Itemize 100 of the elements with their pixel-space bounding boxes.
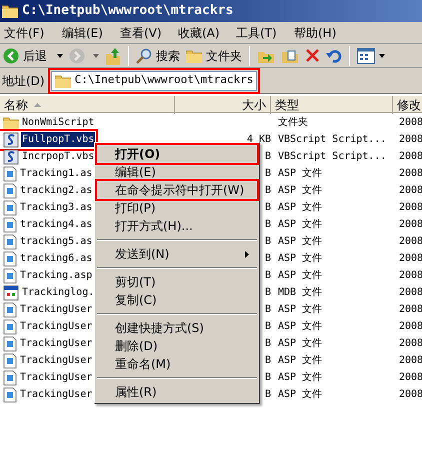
type-cell: 文件夹 <box>278 117 308 128</box>
type-cell: MDB 文件 <box>278 287 322 298</box>
context-menu-item[interactable]: 打开方式(H)... <box>97 217 257 235</box>
type-cell: ASP 文件 <box>278 236 322 247</box>
folder-icon <box>3 116 19 130</box>
file-name-cell[interactable]: TrackingUser <box>0 352 94 368</box>
size-cell: B <box>264 355 271 366</box>
size-cell: B <box>264 202 271 213</box>
caret-icon <box>57 54 63 58</box>
context-menu-item[interactable]: 打开(O) <box>97 145 257 163</box>
column-header[interactable]: 类型 <box>271 96 393 114</box>
type-cell: ASP 文件 <box>278 338 322 349</box>
size-cell: B <box>264 253 271 264</box>
file-name-cell[interactable]: TrackingUser <box>0 318 94 334</box>
document-icon <box>3 386 17 402</box>
size-cell: B <box>264 372 271 383</box>
type-cell: VBScript Script... <box>278 151 386 162</box>
document-icon <box>3 318 17 334</box>
file-name-cell[interactable]: Tracking.asp <box>0 268 94 284</box>
context-menu-item[interactable]: 创建快捷方式(S) <box>97 319 257 337</box>
type-cell: ASP 文件 <box>278 355 322 366</box>
type-cell: ASP 文件 <box>278 389 322 400</box>
script-file-icon <box>3 132 19 148</box>
size-cell: B <box>264 236 271 247</box>
document-icon <box>3 234 17 250</box>
caret-icon <box>379 54 385 58</box>
size-cell: B <box>264 287 271 298</box>
address-label: 地址(D) <box>2 72 45 90</box>
type-cell: ASP 文件 <box>278 270 322 281</box>
document-icon <box>3 268 17 284</box>
size-cell: B <box>264 219 271 230</box>
document-icon <box>3 336 17 352</box>
type-cell: VBScript Script... <box>278 134 386 145</box>
file-name-cell[interactable]: tracking2.as <box>0 182 94 198</box>
size-cell: 4 KB <box>246 134 271 145</box>
size-cell: B <box>264 338 271 349</box>
menu-item[interactable]: 编辑(E) <box>60 24 118 42</box>
type-cell: ASP 文件 <box>278 253 322 264</box>
folder-icon <box>54 74 71 88</box>
close-icon <box>305 48 320 63</box>
file-name-cell[interactable]: Tracking3.as <box>0 200 94 216</box>
document-icon <box>3 200 17 216</box>
file-name-cell[interactable]: TrackingUser <box>0 386 94 402</box>
folders-button[interactable]: 文件夹 <box>183 44 245 66</box>
type-cell: ASP 文件 <box>278 372 322 383</box>
search-icon <box>136 48 152 64</box>
menu-item[interactable]: 文件(F) <box>2 24 60 42</box>
folder-icon <box>186 48 202 62</box>
context-menu-item[interactable]: 打印(P) <box>97 199 257 217</box>
menu-item[interactable]: 收藏(A) <box>176 24 234 42</box>
file-name-cell[interactable]: tracking6.as <box>0 250 94 266</box>
file-name-cell[interactable]: Tracking1.as <box>0 166 94 182</box>
arrow-right-icon <box>69 48 85 64</box>
context-menu-item[interactable]: 在命令提示符中打开(W) <box>97 181 257 199</box>
size-cell: B <box>264 168 271 179</box>
context-menu-item[interactable]: 属性(R) <box>97 383 257 401</box>
sort-up-icon <box>34 103 41 107</box>
context-menu-item[interactable]: 删除(D) <box>97 337 257 355</box>
folder-icon <box>2 4 18 18</box>
database-window-icon <box>3 284 19 300</box>
document-icon <box>3 302 17 318</box>
menu-item[interactable]: 查看(V) <box>118 24 176 42</box>
size-cell: B <box>264 185 271 196</box>
size-cell: B <box>264 270 271 281</box>
file-name-cell[interactable]: NonWmiScript <box>0 115 96 130</box>
document-icon <box>3 216 17 232</box>
type-cell: ASP 文件 <box>278 304 322 315</box>
folder-up-icon <box>105 46 121 64</box>
type-cell: ASP 文件 <box>278 185 322 196</box>
menu-item[interactable]: 帮助(H) <box>292 24 350 42</box>
document-icon <box>3 352 17 368</box>
column-header[interactable]: 名称 <box>0 96 175 114</box>
file-name-cell[interactable]: tracking5.as <box>0 234 94 250</box>
document-icon <box>3 182 17 198</box>
size-cell: B <box>264 321 271 332</box>
context-menu-item[interactable]: 重命名(M) <box>97 355 257 373</box>
column-header[interactable]: 大小 <box>175 96 271 114</box>
type-cell: ASP 文件 <box>278 202 322 213</box>
file-name-cell[interactable]: IncrpopT.vbs <box>0 148 96 164</box>
column-header[interactable]: 修改 <box>393 96 422 114</box>
type-cell: ASP 文件 <box>278 321 322 332</box>
size-cell: B <box>264 389 271 400</box>
document-icon <box>3 166 17 182</box>
context-menu-item[interactable]: 复制(C) <box>97 291 257 309</box>
back-button[interactable]: 后退 <box>0 44 66 66</box>
file-name-cell[interactable]: tracking4.as <box>0 216 94 232</box>
file-name-cell[interactable]: TrackingUser <box>0 302 94 318</box>
script-file-icon <box>3 148 19 164</box>
file-name-cell[interactable]: TrackingUser <box>0 336 94 352</box>
type-cell: ASP 文件 <box>278 219 322 230</box>
file-name-cell[interactable]: TrackingUser <box>0 370 94 386</box>
context-menu-item[interactable]: 编辑(E) <box>97 163 257 181</box>
context-menu-item[interactable]: 发送到(N) <box>97 245 257 263</box>
file-name-cell[interactable]: Trackinglog. <box>0 284 96 300</box>
caret-icon <box>93 54 99 58</box>
context-menu-item[interactable]: 剪切(T) <box>97 273 257 291</box>
search-button[interactable]: 搜索 <box>133 44 183 66</box>
size-cell: B <box>264 151 271 162</box>
menu-item[interactable]: 工具(T) <box>234 24 292 42</box>
undo-icon <box>326 48 342 64</box>
